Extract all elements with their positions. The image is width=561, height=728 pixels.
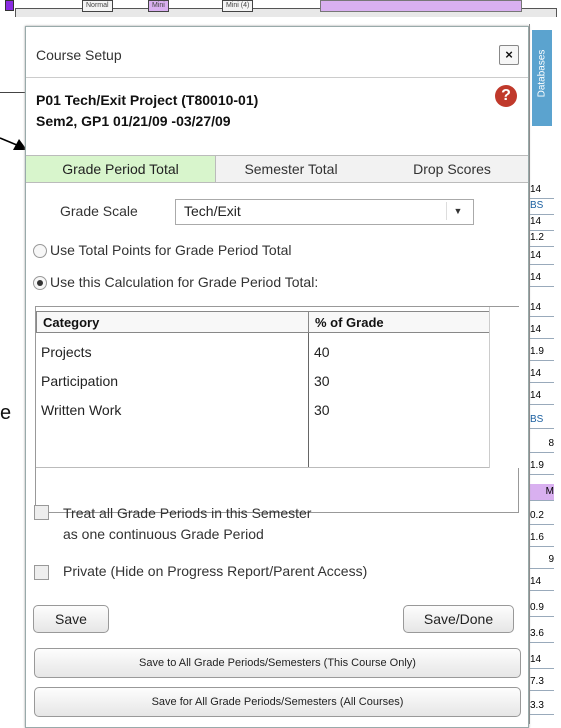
background-cell: 14 — [530, 574, 554, 591]
background-cell: 8 — [530, 436, 554, 453]
table-cell-percent[interactable]: 40 — [314, 344, 330, 360]
save-all-courses-button[interactable]: Save for All Grade Periods/Semesters (Al… — [34, 687, 521, 717]
course-info: P01 Tech/Exit Project (T80010-01) Sem2, … — [36, 90, 258, 132]
save-done-button[interactable]: Save/Done — [403, 605, 514, 633]
background-cell: 1.2 — [530, 230, 554, 247]
background-cell: 14 — [530, 182, 554, 199]
table-cell-percent[interactable]: 30 — [314, 373, 330, 389]
grade-scale-select[interactable]: Tech/Exit ▼ — [175, 199, 474, 225]
radio-use-calculation-label: Use this Calculation for Grade Period To… — [50, 274, 319, 290]
course-setup-dialog: Course Setup × P01 Tech/Exit Project (T8… — [25, 26, 529, 728]
background-cell: 14 — [530, 248, 554, 265]
column-divider — [308, 333, 309, 467]
tab-semester-total[interactable]: Semester Total — [216, 156, 366, 182]
background-cell: 14 — [530, 322, 554, 339]
background-cell: 9 — [530, 552, 554, 569]
background-tab-mini[interactable]: Mini — [148, 0, 169, 12]
help-button[interactable]: ? — [495, 85, 517, 107]
background-header-bar — [320, 0, 522, 12]
tab-grade-period-total[interactable]: Grade Period Total — [26, 156, 216, 182]
table-cell-category[interactable]: Projects — [41, 344, 92, 360]
background-cell: BS — [530, 198, 554, 215]
radio-total-points[interactable] — [33, 244, 47, 258]
background-cell: 0.2 — [530, 508, 554, 525]
tab-bar: Grade Period Total Semester Total Drop S… — [26, 155, 528, 183]
table-cell-category[interactable]: Written Work — [41, 402, 121, 418]
treat-all-label-line1: Treat all Grade Periods in this Semester — [63, 505, 312, 521]
table-cell-percent[interactable]: 30 — [314, 402, 330, 418]
background-cell: 3.6 — [530, 626, 554, 643]
course-name: P01 Tech/Exit Project (T80010-01) — [36, 92, 259, 108]
background-cell: 1.9 — [530, 344, 554, 361]
close-icon: × — [505, 47, 513, 62]
grade-scale-value: Tech/Exit — [184, 203, 241, 219]
radio-total-points-label: Use Total Points for Grade Period Total — [50, 242, 292, 258]
save-all-periods-button[interactable]: Save to All Grade Periods/Semesters (Thi… — [34, 648, 521, 678]
background-cell: 14 — [530, 270, 554, 287]
chevron-down-icon[interactable]: ▼ — [446, 202, 469, 220]
background-cell: 14 — [530, 652, 554, 669]
app-corner-icon — [5, 0, 14, 11]
background-cell: M — [530, 484, 554, 501]
category-table: Category % of Grade Projects 40 Particip… — [35, 306, 519, 513]
title-divider — [26, 77, 528, 78]
databases-tab-label: Databases — [536, 49, 548, 98]
table-bottom-line — [36, 467, 489, 468]
radio-selected-dot — [37, 280, 43, 286]
column-header-percent[interactable]: % of Grade — [308, 311, 490, 333]
dialog-title: Course Setup — [36, 47, 122, 63]
tab-drop-scores[interactable]: Drop Scores — [376, 156, 528, 182]
background-partial-text: e — [0, 402, 12, 424]
save-button[interactable]: Save — [33, 605, 109, 633]
radio-use-calculation[interactable] — [33, 276, 47, 290]
background-tab-mini-4[interactable]: Mini (4) — [222, 0, 254, 12]
treat-all-label: Treat all Grade Periods in this Semester… — [63, 503, 311, 545]
background-cell: 14 — [530, 214, 554, 231]
private-checkbox[interactable] — [34, 565, 49, 580]
background-cell: 1.9 — [530, 458, 554, 475]
private-label: Private (Hide on Progress Report/Parent … — [63, 563, 368, 579]
help-icon: ? — [501, 87, 511, 104]
close-button[interactable]: × — [499, 45, 519, 65]
background-cell: 7.3 — [530, 674, 554, 691]
background-cell: 14 — [530, 300, 554, 317]
background-cell: 0.9 — [530, 600, 554, 617]
course-period: Sem2, GP1 01/21/09 -03/27/09 — [36, 113, 231, 129]
table-cell-category[interactable]: Participation — [41, 373, 118, 389]
databases-tab[interactable]: Databases — [532, 30, 552, 126]
background-cell: 1.6 — [530, 530, 554, 547]
table-scrollbar[interactable] — [489, 307, 519, 468]
background-cell: 3.3 — [530, 698, 554, 715]
treat-all-checkbox[interactable] — [34, 505, 49, 520]
background-cell: 14 — [530, 366, 554, 383]
background-tab-normal[interactable]: Normal — [82, 0, 113, 12]
column-header-category[interactable]: Category — [36, 311, 309, 333]
treat-all-label-line2: as one continuous Grade Period — [63, 526, 264, 542]
grade-scale-label: Grade Scale — [60, 203, 138, 219]
background-cell: 14 — [530, 388, 554, 405]
background-cell: BS — [530, 412, 554, 429]
